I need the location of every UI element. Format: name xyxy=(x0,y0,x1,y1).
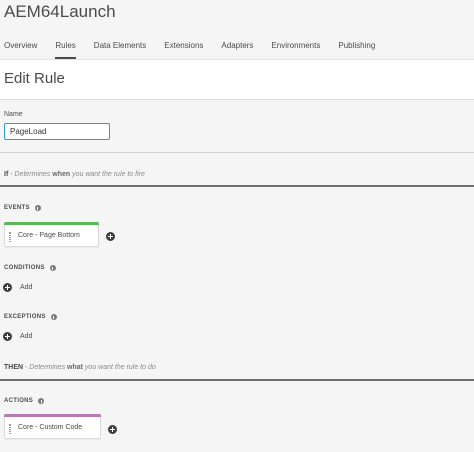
then-divider xyxy=(0,379,474,381)
info-icon[interactable] xyxy=(50,314,57,320)
then-keyword: THEN xyxy=(4,364,24,371)
tab-overview[interactable]: Overview xyxy=(4,41,37,60)
add-circle-icon xyxy=(3,283,12,292)
if-desc-emph: when xyxy=(52,171,71,178)
if-section-heading: If - Determines when you want the rule t… xyxy=(4,171,145,178)
events-label-text: EVENTS xyxy=(4,205,30,211)
exceptions-label-text: EXCEPTIONS xyxy=(4,314,46,320)
actions-label-text: ACTIONS xyxy=(4,398,34,404)
rule-name-input[interactable] xyxy=(4,123,110,140)
tab-data-elements[interactable]: Data Elements xyxy=(94,41,146,60)
info-icon[interactable] xyxy=(38,398,45,404)
then-desc-pre: - Determines xyxy=(23,364,68,371)
exceptions-label: EXCEPTIONS xyxy=(4,314,57,320)
nav-tabs: Overview Rules Data Elements Extensions … xyxy=(4,41,393,60)
tab-publishing[interactable]: Publishing xyxy=(338,41,375,60)
actions-label: ACTIONS xyxy=(4,398,45,404)
then-desc-emph: what xyxy=(67,364,83,371)
action-card-label: Core - Custom Code xyxy=(18,424,83,431)
divider xyxy=(0,152,474,153)
add-exception-label: Add xyxy=(20,333,33,340)
tab-environments[interactable]: Environments xyxy=(271,41,320,60)
event-card[interactable]: Core - Page Bottom xyxy=(4,222,99,247)
app-title: AEM64Launch xyxy=(4,2,116,21)
add-condition-label: Add xyxy=(20,284,33,291)
drag-handle-icon[interactable] xyxy=(9,232,11,242)
tab-adapters[interactable]: Adapters xyxy=(221,41,253,60)
if-divider xyxy=(0,185,474,187)
events-label: EVENTS xyxy=(4,205,41,211)
action-card[interactable]: Core - Custom Code xyxy=(4,414,101,439)
tab-extensions[interactable]: Extensions xyxy=(164,41,203,60)
name-field-label: Name xyxy=(4,111,23,118)
conditions-label-text: CONDITIONS xyxy=(4,265,45,271)
drag-handle-icon[interactable] xyxy=(9,424,11,434)
add-exception-button[interactable]: Add xyxy=(3,332,32,341)
add-event-icon[interactable] xyxy=(106,232,115,241)
event-card-label: Core - Page Bottom xyxy=(18,232,80,239)
then-section-heading: THEN - Determines what you want the rule… xyxy=(4,364,156,371)
event-color-bar xyxy=(4,222,99,225)
then-desc-post: you want the rule to do xyxy=(82,364,156,371)
add-circle-icon xyxy=(3,332,12,341)
if-desc-post: you want the rule to fire xyxy=(70,171,145,178)
conditions-label: CONDITIONS xyxy=(4,265,56,271)
info-icon[interactable] xyxy=(34,205,41,211)
app-header: AEM64Launch Overview Rules Data Elements… xyxy=(0,0,474,60)
page-title-band: Edit Rule xyxy=(0,60,474,100)
tab-rules[interactable]: Rules xyxy=(55,41,77,60)
action-color-bar xyxy=(4,414,101,417)
page-title: Edit Rule xyxy=(4,70,65,87)
info-icon[interactable] xyxy=(49,265,56,271)
if-desc-pre: - Determines xyxy=(8,171,53,178)
add-action-icon[interactable] xyxy=(108,425,117,434)
add-condition-button[interactable]: Add xyxy=(3,283,32,292)
